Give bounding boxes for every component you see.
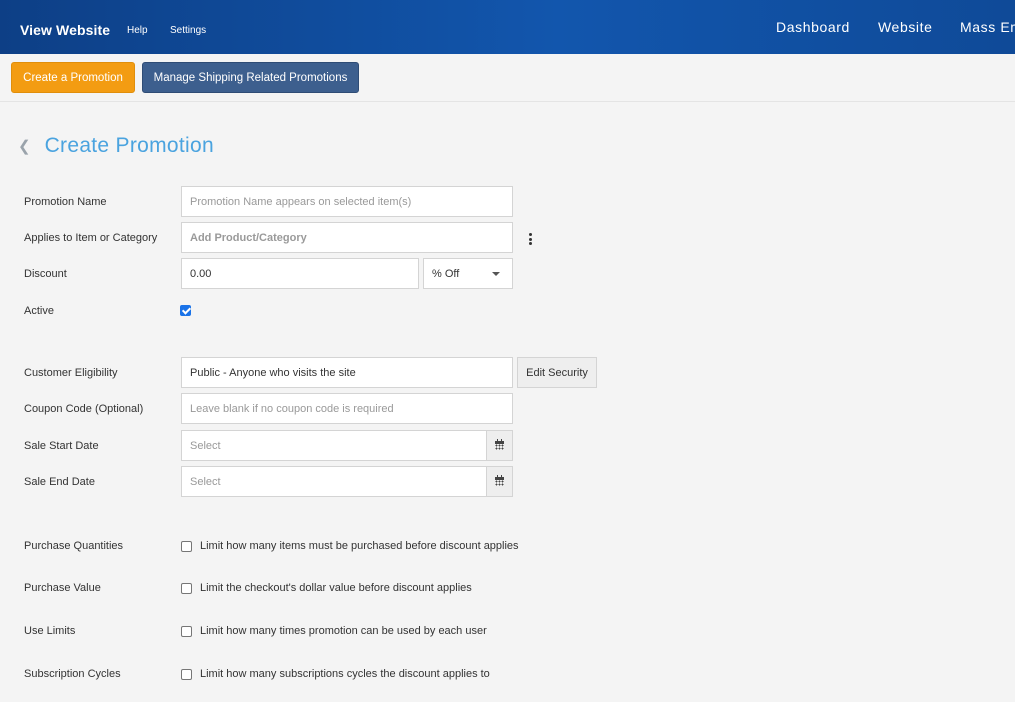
kebab-menu-icon[interactable] <box>529 233 533 245</box>
edit-security-button[interactable]: Edit Security <box>517 357 597 388</box>
subscription-cycles-label: Subscription Cycles <box>24 668 121 680</box>
purchase-quantities-checkbox[interactable] <box>181 541 192 552</box>
discount-input[interactable]: 0.00 <box>181 258 419 289</box>
coupon-code-input[interactable]: Leave blank if no coupon code is require… <box>181 393 513 424</box>
subscription-cycles-option[interactable]: Limit how many subscriptions cycles the … <box>200 668 490 680</box>
active-checkbox[interactable] <box>180 305 191 316</box>
discount-type-select[interactable]: % Off <box>423 258 513 289</box>
use-limits-label: Use Limits <box>24 625 76 637</box>
chevron-left-icon[interactable]: ❮ <box>18 137 31 155</box>
applies-to-input[interactable]: Add Product/Category <box>181 222 513 253</box>
top-navigation-bar: View Website Help Settings Dashboard Web… <box>0 0 1015 54</box>
nav-website[interactable]: Website <box>878 19 933 35</box>
promotion-name-label: Promotion Name <box>24 196 107 208</box>
use-limits-checkbox[interactable] <box>181 626 192 637</box>
purchase-quantities-label: Purchase Quantities <box>24 540 124 552</box>
discount-label: Discount <box>24 268 67 280</box>
purchase-value-checkbox[interactable] <box>181 583 192 594</box>
action-bar: Create a Promotion Manage Shipping Relat… <box>0 54 1015 102</box>
applies-to-label: Applies to Item or Category <box>24 232 158 244</box>
customer-eligibility-input[interactable]: Public - Anyone who visits the site <box>181 357 513 388</box>
page-heading: ❮ Create Promotion <box>18 132 214 160</box>
sale-start-date-label: Sale Start Date <box>24 440 99 452</box>
use-limits-option[interactable]: Limit how many times promotion can be us… <box>200 625 487 637</box>
coupon-code-label: Coupon Code (Optional) <box>24 403 144 415</box>
sale-start-date-input[interactable]: Select <box>181 430 487 461</box>
promotion-name-input[interactable]: Promotion Name appears on selected item(… <box>181 186 513 217</box>
sale-start-calendar-button[interactable] <box>486 430 513 461</box>
help-link[interactable]: Help <box>127 25 148 36</box>
sale-end-date-input[interactable]: Select <box>181 466 487 497</box>
page-title: Create Promotion <box>44 134 214 157</box>
nav-mass-email[interactable]: Mass Em <box>960 19 1015 35</box>
sale-end-calendar-button[interactable] <box>486 466 513 497</box>
subscription-cycles-checkbox[interactable] <box>181 669 192 680</box>
discount-type-value: % Off <box>432 267 460 280</box>
purchase-quantities-option[interactable]: Limit how many items must be purchased b… <box>200 540 519 552</box>
caret-down-icon <box>492 272 500 276</box>
active-label: Active <box>24 305 54 317</box>
nav-dashboard[interactable]: Dashboard <box>776 19 850 35</box>
purchase-value-option[interactable]: Limit the checkout's dollar value before… <box>200 582 472 594</box>
view-website-link[interactable]: View Website <box>20 22 110 38</box>
calendar-icon <box>495 439 504 450</box>
calendar-icon <box>495 475 504 486</box>
sale-end-date-label: Sale End Date <box>24 476 95 488</box>
settings-link[interactable]: Settings <box>170 25 206 36</box>
create-promotion-button[interactable]: Create a Promotion <box>11 62 135 93</box>
manage-shipping-promotions-button[interactable]: Manage Shipping Related Promotions <box>142 62 359 93</box>
purchase-value-label: Purchase Value <box>24 582 101 594</box>
customer-eligibility-label: Customer Eligibility <box>24 367 118 379</box>
